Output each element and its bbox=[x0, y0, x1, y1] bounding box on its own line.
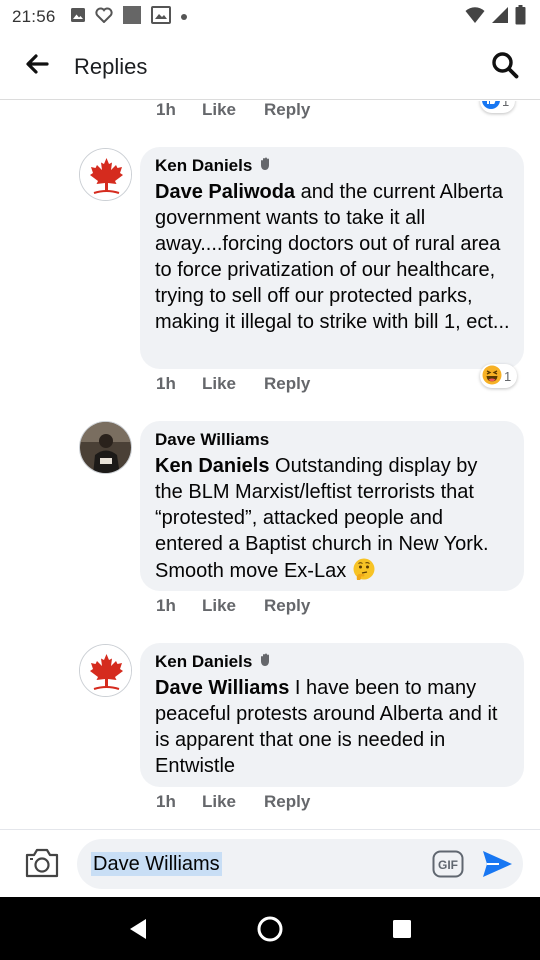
reply-link[interactable]: Reply bbox=[264, 101, 310, 120]
raised-hand-icon bbox=[258, 156, 273, 176]
signal-icon bbox=[491, 6, 509, 29]
arrow-left-icon bbox=[25, 54, 49, 79]
comment-time: 1h bbox=[156, 374, 176, 393]
maple-leaf-icon bbox=[80, 645, 131, 696]
reply-input[interactable]: Dave Williams GIF bbox=[77, 839, 523, 889]
gif-button[interactable]: GIF bbox=[432, 850, 464, 878]
author-name[interactable]: Ken Daniels bbox=[155, 652, 252, 672]
square-notification-icon bbox=[122, 5, 142, 30]
battery-icon bbox=[515, 4, 526, 30]
square-recents-icon bbox=[393, 919, 411, 938]
status-time: 21:56 bbox=[12, 7, 56, 26]
gif-icon: GIF bbox=[432, 850, 464, 878]
comment-time: 1h bbox=[156, 792, 176, 811]
camera-icon bbox=[25, 848, 59, 878]
image-notification-icon bbox=[70, 7, 86, 28]
comment-time: 1h bbox=[156, 596, 176, 615]
comment-actions: 1h Like Reply bbox=[156, 596, 310, 616]
comment-actions: 1h Like Reply bbox=[156, 374, 310, 394]
page-title: Replies bbox=[74, 53, 148, 79]
search-icon bbox=[491, 51, 519, 84]
mention-link[interactable]: Ken Daniels bbox=[155, 455, 269, 477]
avatar[interactable] bbox=[79, 421, 132, 474]
comment-bubble[interactable]: Dave Williams Ken Daniels Outstanding di… bbox=[140, 421, 524, 591]
wifi-icon bbox=[465, 6, 485, 29]
mention-link[interactable]: Dave Williams bbox=[155, 677, 289, 699]
reply-input-value[interactable]: Dave Williams bbox=[91, 852, 222, 876]
comment-bubble[interactable]: Ken Daniels Dave Williams I have been to… bbox=[140, 643, 524, 787]
comment-time: 1h bbox=[156, 101, 176, 119]
gallery-notification-icon bbox=[150, 5, 171, 29]
reply-link[interactable]: Reply bbox=[264, 792, 310, 812]
comment-author[interactable]: Ken Daniels bbox=[155, 156, 510, 176]
send-icon bbox=[483, 851, 512, 877]
reaction-badge[interactable]: 1 bbox=[480, 364, 518, 388]
reply-composer: Dave Williams GIF bbox=[0, 829, 540, 897]
system-nav-bar bbox=[0, 897, 540, 960]
maple-leaf-icon bbox=[80, 149, 131, 200]
gif-label: GIF bbox=[438, 858, 458, 872]
thinking-emoji-icon bbox=[352, 557, 376, 588]
comment-text: Dave Williams I have been to many peacef… bbox=[155, 675, 510, 779]
comment-body: and the current Alberta government wants… bbox=[155, 181, 510, 333]
nav-back-button[interactable] bbox=[116, 907, 160, 951]
mention-link[interactable]: Dave Paliwoda bbox=[155, 181, 295, 203]
reaction-count: 1 bbox=[502, 101, 510, 109]
like-link[interactable]: Like bbox=[202, 374, 264, 394]
comment-actions: 1h Like Reply bbox=[156, 101, 310, 120]
back-button[interactable] bbox=[0, 34, 74, 100]
camera-button[interactable] bbox=[24, 847, 60, 879]
send-button[interactable] bbox=[481, 849, 513, 879]
laughing-emoji-icon bbox=[482, 365, 502, 388]
reaction-badge[interactable]: 1 bbox=[480, 101, 516, 113]
nav-home-button[interactable] bbox=[248, 907, 292, 951]
reply-link[interactable]: Reply bbox=[264, 374, 310, 394]
heart-notification-icon bbox=[94, 7, 113, 28]
comment-actions: 1h Like Reply bbox=[156, 792, 310, 812]
comment-bubble[interactable]: Ken Daniels Dave Paliwoda and the curren… bbox=[140, 147, 524, 369]
like-link[interactable]: Like bbox=[202, 596, 264, 616]
author-name[interactable]: Ken Daniels bbox=[155, 156, 252, 176]
like-link[interactable]: Like bbox=[202, 792, 264, 812]
comment-author[interactable]: Ken Daniels bbox=[155, 652, 510, 672]
replies-feed[interactable]: 1h Like Reply 1 Ken Daniels Dave Paliwod… bbox=[0, 101, 540, 829]
like-reaction-icon bbox=[482, 101, 500, 112]
avatar[interactable] bbox=[79, 148, 132, 201]
triangle-back-icon bbox=[130, 918, 146, 939]
dot-notification-icon bbox=[180, 8, 188, 26]
comment-author[interactable]: Dave Williams bbox=[155, 430, 510, 450]
reply-link[interactable]: Reply bbox=[264, 596, 310, 616]
search-button[interactable] bbox=[488, 50, 522, 84]
avatar[interactable] bbox=[79, 644, 132, 697]
circle-home-icon bbox=[257, 916, 283, 941]
raised-hand-icon bbox=[258, 652, 273, 672]
nav-recents-button[interactable] bbox=[380, 907, 424, 951]
status-bar: 21:56 bbox=[0, 0, 540, 34]
app-bar: Replies bbox=[0, 34, 540, 100]
author-name[interactable]: Dave Williams bbox=[155, 430, 269, 450]
like-link[interactable]: Like bbox=[202, 101, 264, 120]
person-photo-icon bbox=[80, 422, 131, 473]
reaction-count: 1 bbox=[504, 368, 512, 384]
comment-text: Dave Paliwoda and the current Alberta go… bbox=[155, 179, 510, 335]
comment-text: Ken Daniels Outstanding display by the B… bbox=[155, 453, 510, 588]
